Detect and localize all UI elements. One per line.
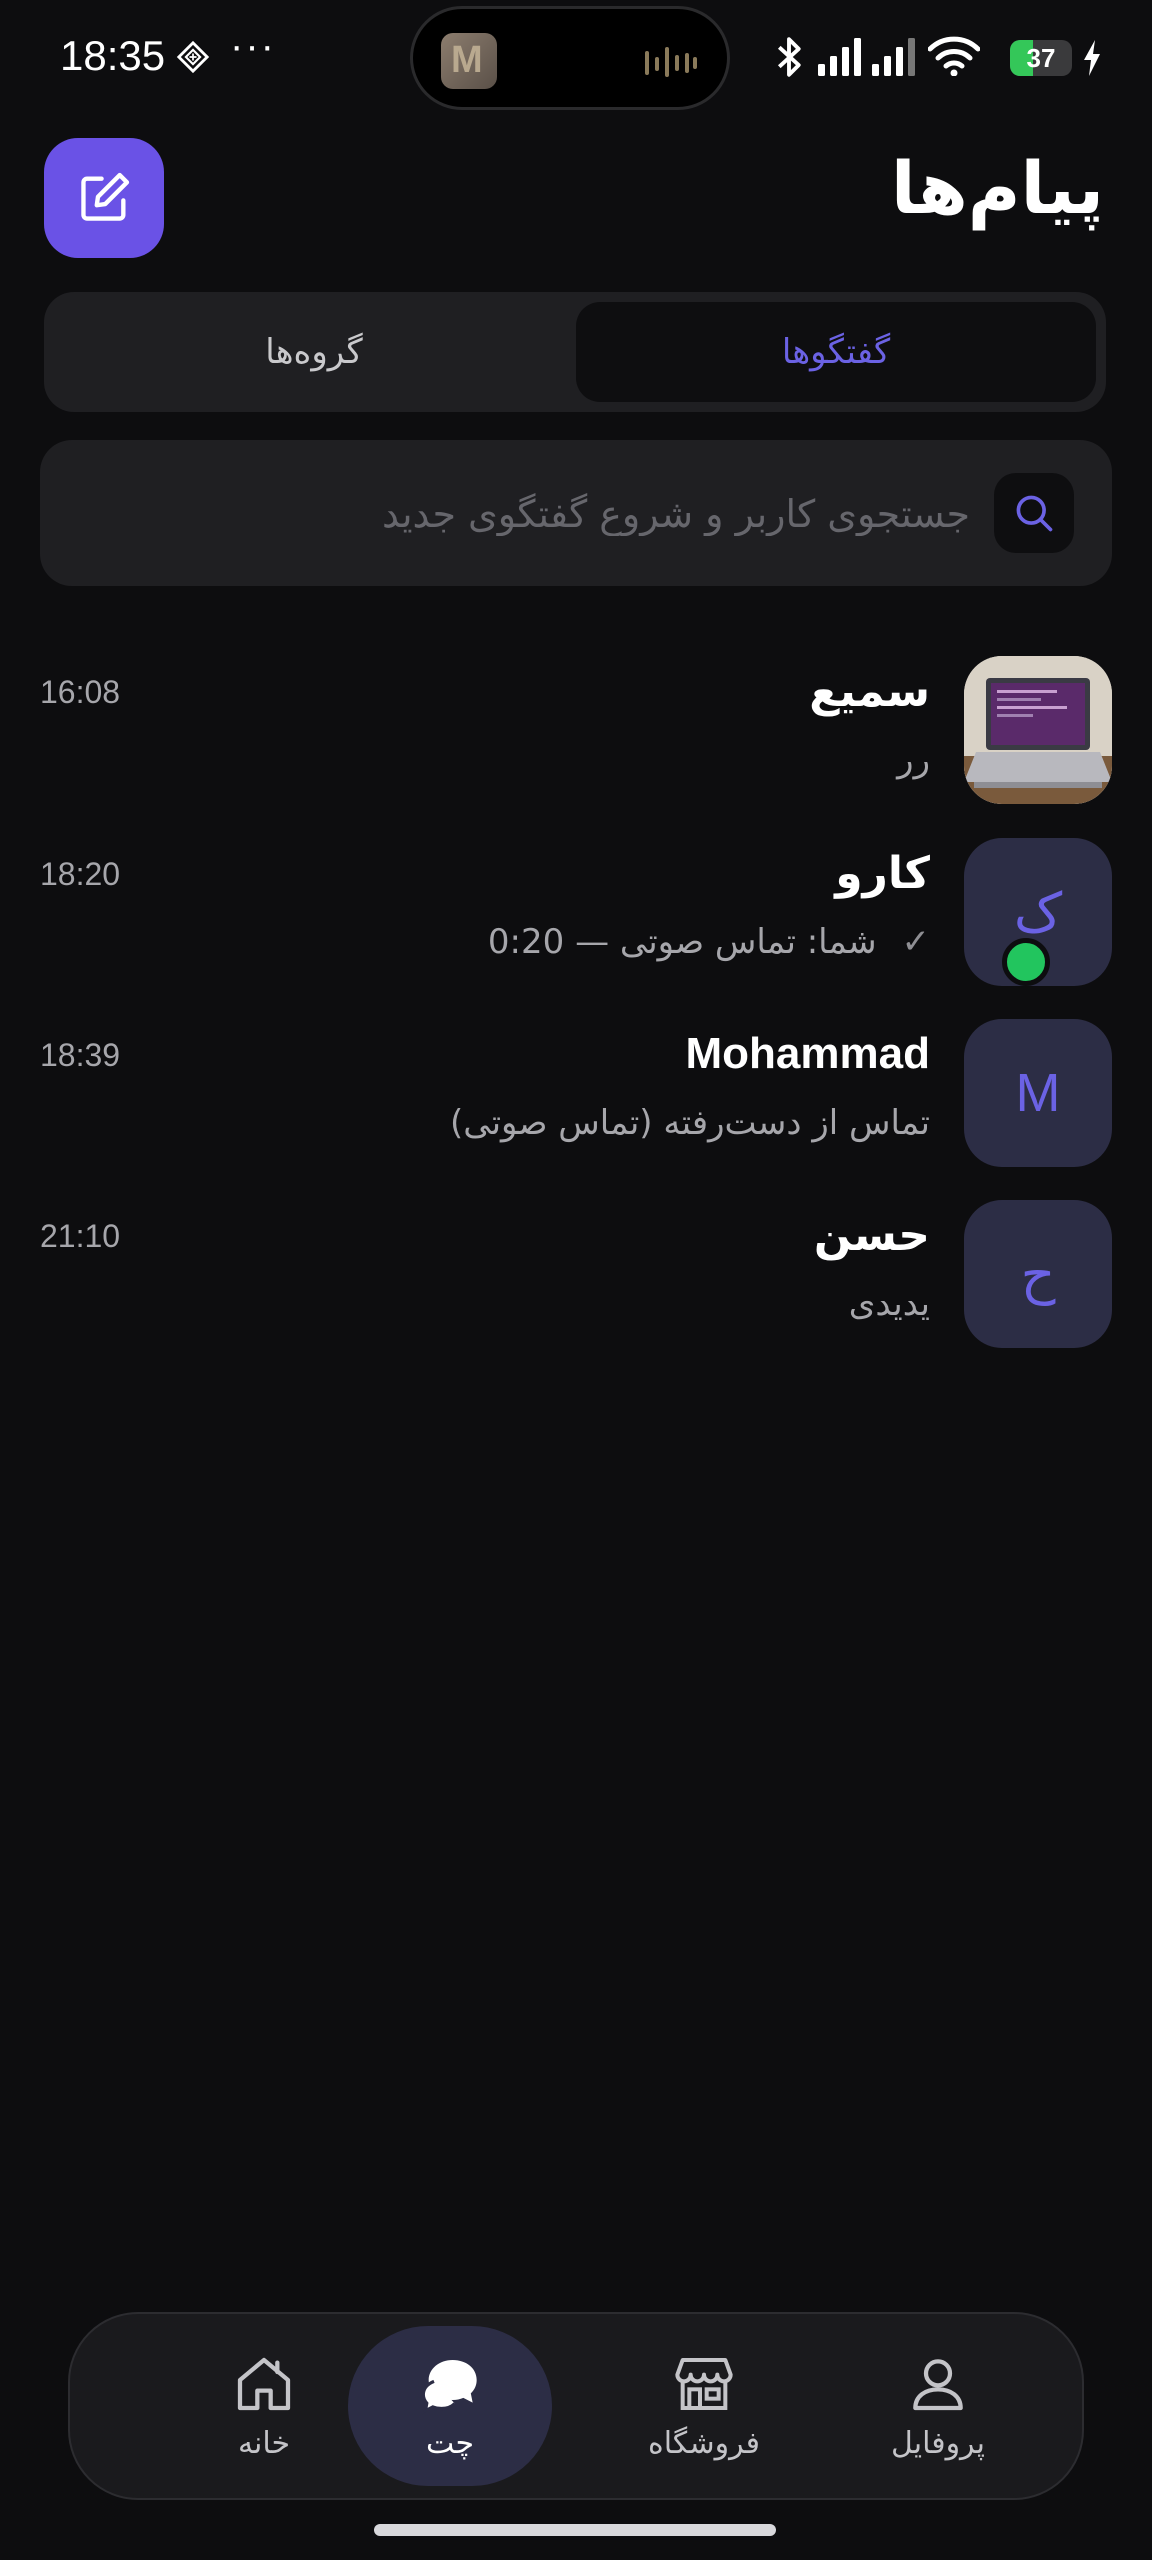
conversation-preview: یدیدی [848,1284,930,1324]
bluetooth-icon [777,37,801,77]
avatar [964,656,1112,804]
page-title: پیام‌ها [890,146,1104,230]
laptop-photo [964,656,1112,804]
search-icon [1016,495,1053,532]
conversation-time: 16:08 [40,674,121,710]
nav-store[interactable]: فروشگاه [602,2314,806,2498]
sent-check-icon: ✓ [901,922,931,962]
bottom-nav: خانه چت فروشگاه پروفایل [68,2312,1084,2500]
conversation-preview: ✓ شما: تماس صوتی — 0:20 [488,922,930,962]
search-button[interactable] [994,473,1074,553]
home-indicator[interactable] [374,2524,776,2536]
tab-conversations[interactable]: گفتگوها [576,302,1096,402]
conversation-preview: تماس از دست‌رفته (تماس صوتی) [449,1103,930,1143]
home-icon [237,2357,291,2410]
store-icon [675,2357,733,2410]
battery-icon: 37 [1010,40,1072,76]
audio-wave-icon [645,47,697,77]
conversation-tabs: گفتگوها گروه‌ها [44,292,1106,412]
online-status-dot [1002,938,1050,986]
status-bar: 18:35 ··· M 37 [0,0,1152,118]
conversation-time: 21:10 [40,1218,121,1254]
status-icons: 37 [772,28,1102,88]
conversation-time: 18:20 [40,856,121,892]
diamond-icon [176,40,210,74]
conversation-time: 18:39 [40,1037,121,1073]
status-time: 18:35 [60,32,166,79]
conversation-item[interactable]: ح حسن یدیدی 21:10 [0,1200,1152,1380]
media-thumbnail: M [441,33,497,89]
signal-icon [818,38,861,76]
nav-label: پروفایل [891,2425,985,2461]
status-more-dots: ··· [230,24,276,68]
wifi-icon [928,36,980,76]
nav-home[interactable]: خانه [162,2314,366,2498]
avatar: M [964,1019,1112,1167]
battery-percent: 37 [1026,43,1056,73]
conversation-item[interactable]: سمیع رر 16:08 [0,656,1152,836]
charging-icon [1084,40,1100,76]
preview-text: شما: تماس صوتی — 0:20 [487,922,877,962]
conversation-name: حسن [813,1210,930,1261]
conversation-item[interactable]: ک کارو ✓ شما: تماس صوتی — 0:20 18:20 [0,838,1152,1018]
signal-icon [872,38,915,76]
conversation-name: سمیع [809,666,930,717]
nav-profile[interactable]: پروفایل [836,2314,1040,2498]
tab-groups[interactable]: گروه‌ها [54,302,574,402]
nav-label: چت [425,2425,474,2461]
nav-chat[interactable]: چت [348,2326,552,2486]
search-bar [40,440,1112,586]
dynamic-island[interactable]: M [410,6,730,110]
nav-label: خانه [237,2425,291,2461]
search-input[interactable] [78,470,972,558]
nav-label: فروشگاه [648,2425,760,2461]
conversation-name: کارو [835,848,930,899]
conversation-name: Mohammad [685,1029,930,1078]
compose-icon [81,172,130,221]
compose-button[interactable] [44,138,164,258]
chat-icon [421,2359,477,2414]
avatar: ح [964,1200,1112,1348]
profile-icon [913,2358,963,2410]
conversation-item[interactable]: M Mohammad تماس از دست‌رفته (تماس صوتی) … [0,1019,1152,1199]
conversation-preview: رر [897,740,930,780]
